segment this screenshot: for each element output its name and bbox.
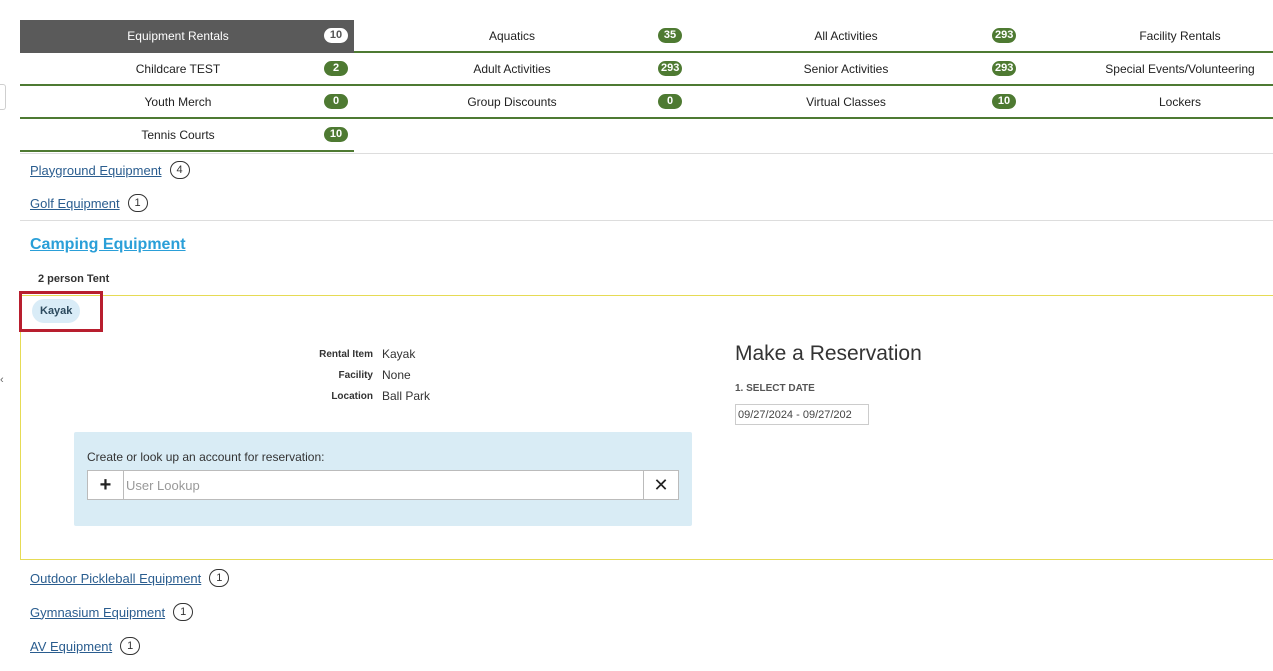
detail-value: None [382, 368, 411, 382]
category-row: Equipment Rentals 10 Aquatics 35 All Act… [20, 20, 1273, 53]
detail-value: Kayak [382, 347, 416, 361]
equipment-group-gymnasium: Gymnasium Equipment 1 [30, 603, 194, 621]
selection-highlight [19, 291, 103, 332]
outdoor-pickleball-equipment-link[interactable]: Outdoor Pickleball Equipment [30, 571, 201, 586]
divider [20, 153, 1273, 154]
select-date-label: 1. SELECT DATE [735, 383, 815, 394]
tab-group-discounts[interactable]: Group Discounts 0 [354, 86, 688, 119]
tab-special-events-volunteering[interactable]: Special Events/Volunteering [1022, 53, 1273, 86]
tab-tennis-courts[interactable]: Tennis Courts 10 [20, 119, 354, 152]
tab-count-badge: 293 [992, 61, 1017, 76]
tab-youth-merch[interactable]: Youth Merch 0 [20, 86, 354, 119]
golf-equipment-link[interactable]: Golf Equipment [30, 196, 120, 211]
count-badge: 1 [127, 194, 148, 212]
tab-label: Aquatics [488, 28, 536, 43]
reservation-title: Make a Reservation [735, 342, 922, 365]
left-edge-tab[interactable] [0, 84, 6, 110]
tab-label: Tennis Courts [141, 127, 215, 142]
tab-label: Adult Activities [473, 61, 551, 76]
playground-equipment-link[interactable]: Playground Equipment [30, 163, 162, 178]
tab-count-badge: 293 [992, 28, 1017, 43]
rental-item-2-person-tent[interactable]: 2 person Tent [38, 273, 109, 285]
tab-all-activities[interactable]: All Activities 293 [688, 20, 1022, 53]
detail-key: Facility [338, 369, 373, 381]
tab-count-badge: 10 [324, 28, 348, 43]
tab-label: Senior Activities [803, 61, 889, 76]
tab-adult-activities[interactable]: Adult Activities 293 [354, 53, 688, 86]
detail-facility: Facility None [20, 368, 411, 382]
divider [20, 561, 1273, 562]
tab-count-badge: 10 [324, 127, 348, 142]
count-badge: 1 [173, 603, 194, 621]
close-icon: ✕ [653, 474, 669, 495]
count-badge: 1 [209, 569, 230, 587]
tab-virtual-classes[interactable]: Virtual Classes 10 [688, 86, 1022, 119]
detail-rental-item: Rental Item Kayak [20, 347, 415, 361]
clear-lookup-button[interactable]: ✕ [643, 471, 678, 499]
plus-icon: + [99, 473, 112, 496]
detail-value: Ball Park [382, 389, 431, 403]
tab-equipment-rentals[interactable]: Equipment Rentals 10 [20, 20, 354, 53]
tab-count-badge: 2 [324, 61, 348, 76]
tab-count-badge: 0 [324, 94, 348, 109]
tab-label: Equipment Rentals [127, 28, 229, 43]
tab-aquatics[interactable]: Aquatics 35 [354, 20, 688, 53]
tab-lockers[interactable]: Lockers [1022, 86, 1273, 119]
category-row: Youth Merch 0 Group Discounts 0 Virtual … [20, 86, 1273, 119]
equipment-group-pickleball: Outdoor Pickleball Equipment 1 [30, 569, 230, 587]
detail-key: Location [331, 390, 373, 402]
tab-count-badge: 293 [658, 61, 683, 76]
count-badge: 1 [120, 637, 141, 655]
tab-label: Youth Merch [144, 94, 212, 109]
tab-label: Childcare TEST [135, 61, 221, 76]
equipment-group-golf: Golf Equipment 1 [30, 194, 148, 212]
gymnasium-equipment-link[interactable]: Gymnasium Equipment [30, 605, 165, 620]
user-lookup-group: + ✕ [87, 470, 679, 500]
left-edge-glyph: ‹ [0, 374, 4, 386]
tab-count-badge: 35 [658, 28, 682, 43]
account-lookup-box: Create or look up an account for reserva… [74, 432, 692, 526]
divider [20, 220, 1273, 221]
category-row: Childcare TEST 2 Adult Activities 293 Se… [20, 53, 1273, 86]
camping-equipment-link[interactable]: Camping Equipment [30, 236, 186, 254]
tab-count-badge: 0 [658, 94, 682, 109]
count-badge: 4 [169, 161, 190, 179]
detail-location: Location Ball Park [20, 389, 430, 403]
tab-label: Lockers [1158, 94, 1202, 109]
user-lookup-input[interactable] [124, 471, 643, 499]
equipment-group-av: AV Equipment 1 [30, 637, 141, 655]
equipment-group-playground: Playground Equipment 4 [30, 161, 190, 179]
date-range-input[interactable] [735, 404, 869, 425]
av-equipment-link[interactable]: AV Equipment [30, 639, 112, 654]
tab-label: Virtual Classes [806, 94, 886, 109]
category-row: Tennis Courts 10 [20, 119, 1273, 152]
tab-label: Group Discounts [467, 94, 557, 109]
tab-childcare-test[interactable]: Childcare TEST 2 [20, 53, 354, 86]
tab-label: All Activities [814, 28, 878, 43]
add-account-button[interactable]: + [88, 471, 124, 499]
lookup-label: Create or look up an account for reserva… [87, 450, 325, 464]
category-tab-grid: Equipment Rentals 10 Aquatics 35 All Act… [20, 20, 1273, 152]
detail-key: Rental Item [319, 348, 373, 360]
tab-senior-activities[interactable]: Senior Activities 293 [688, 53, 1022, 86]
tab-label: Special Events/Volunteering [1105, 61, 1255, 76]
tab-label: Facility Rentals [1139, 28, 1221, 43]
tab-facility-rentals[interactable]: Facility Rentals [1022, 20, 1273, 53]
tab-count-badge: 10 [992, 94, 1016, 109]
